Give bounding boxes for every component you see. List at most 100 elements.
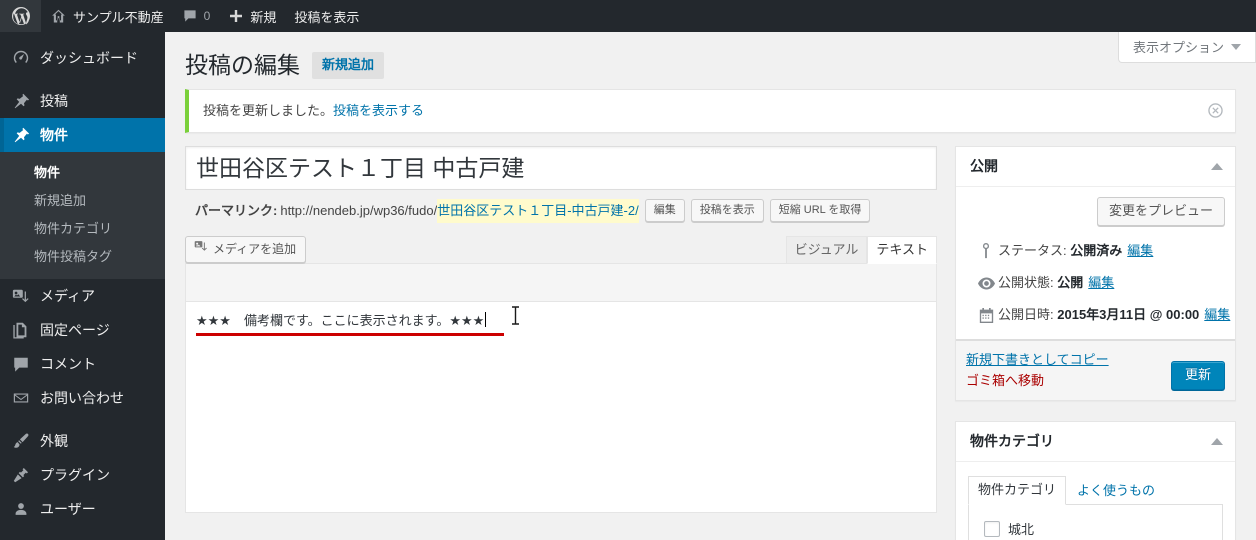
edit-status-link[interactable]: 編集 xyxy=(1127,242,1153,260)
status-row: ステータス: 公開済み 編集 xyxy=(966,236,1225,268)
media-icon xyxy=(11,286,31,306)
pages-icon xyxy=(11,320,31,340)
tab-visual-editor[interactable]: ビジュアル xyxy=(785,235,868,264)
sidebar-item-plugins[interactable]: プラグイン xyxy=(0,458,165,492)
red-annotation-underline xyxy=(196,332,504,336)
chevron-up-icon[interactable] xyxy=(1211,437,1223,445)
comment-bubble-icon xyxy=(11,354,31,374)
category-checkbox[interactable] xyxy=(984,520,1000,537)
sidebar-item-label: 外観 xyxy=(40,433,68,449)
appearance-brush-icon xyxy=(11,431,31,451)
home-icon xyxy=(50,7,67,24)
sidebar-item-label: ユーザー xyxy=(40,501,96,517)
copy-as-draft-link[interactable]: 新規下書きとしてコピー xyxy=(966,351,1109,369)
editor-container: ★★★ 備考欄です。ここに表示されます。★★★ xyxy=(185,262,937,513)
sidebar-item-pages[interactable]: 固定ページ xyxy=(0,313,165,347)
view-post-button[interactable]: 投稿を表示 xyxy=(690,199,764,222)
wordpress-logo-icon xyxy=(11,6,31,26)
permalink-row: パーマリンク: http://nendeb.jp/wp36/fudo/世田谷区テ… xyxy=(185,190,937,223)
menu-spacer-1 xyxy=(0,75,165,84)
publish-date-row: 公開日時: 2015年3月11日 @ 00:00 編集 xyxy=(966,300,1230,332)
view-post-button[interactable]: 投稿を表示 xyxy=(285,0,368,32)
visibility-row: 公開状態: 公開 編集 xyxy=(966,268,1225,300)
content-textarea[interactable]: ★★★ 備考欄です。ここに表示されます。★★★ xyxy=(186,301,936,512)
sidebar-item-label: 投稿 xyxy=(40,93,68,109)
category-list-item[interactable]: 城北 xyxy=(979,515,1212,540)
publish-left-links: 新規下書きとしてコピー ゴミ箱へ移動 xyxy=(966,351,1109,390)
status-value: 公開済み xyxy=(1070,243,1123,259)
submenu-item-category[interactable]: 物件カテゴリ xyxy=(0,215,165,243)
plugin-icon xyxy=(11,465,31,485)
category-box-title: 物件カテゴリ xyxy=(970,432,1054,449)
sidebar-item-label: 固定ページ xyxy=(40,322,110,338)
tab-all-categories[interactable]: 物件カテゴリ xyxy=(968,476,1067,506)
add-media-label: メディアを追加 xyxy=(213,241,297,256)
chevron-up-icon[interactable] xyxy=(1211,162,1223,170)
post-editor-column: パーマリンク: http://nendeb.jp/wp36/fudo/世田谷区テ… xyxy=(185,145,937,540)
edit-visibility-link[interactable]: 編集 xyxy=(1088,274,1114,292)
tab-most-used[interactable]: よく使うもの xyxy=(1066,478,1164,505)
view-post-link[interactable]: 投稿を表示する xyxy=(333,103,424,118)
text-ibeam-cursor xyxy=(511,305,520,325)
add-media-button[interactable]: メディアを追加 xyxy=(185,235,307,263)
sidebar-item-users[interactable]: ユーザー xyxy=(0,492,165,526)
main-content-area: 表示オプション 投稿の編集 新規追加 投稿を更新しました。投稿を表示する パーマ… xyxy=(165,32,1256,540)
editor-mode-tabs: ビジュアル テキスト xyxy=(785,235,937,264)
pin-icon xyxy=(11,125,31,145)
preview-changes-button[interactable]: 変更をプレビュー xyxy=(1096,197,1225,227)
category-tabs: 物件カテゴリ よく使うもの xyxy=(968,476,1223,506)
editor-content-text: ★★★ 備考欄です。ここに表示されます。★★★ xyxy=(196,312,485,328)
add-new-post-button[interactable]: 新規追加 xyxy=(312,52,385,79)
sidebar-item-contact[interactable]: お問い合わせ xyxy=(0,381,165,415)
category-box-header[interactable]: 物件カテゴリ xyxy=(956,422,1235,463)
sidebar-item-label: 物件 xyxy=(40,127,68,143)
move-to-trash-link[interactable]: ゴミ箱へ移動 xyxy=(966,372,1109,390)
page-wrap: 投稿の編集 新規追加 投稿を更新しました。投稿を表示する パーマリンク: htt… xyxy=(165,32,1256,540)
submenu-item-tag[interactable]: 物件投稿タグ xyxy=(0,243,165,271)
publish-box-header[interactable]: 公開 xyxy=(956,147,1235,188)
title-area xyxy=(185,145,937,190)
submenu-item-bukken-all[interactable]: 物件 xyxy=(0,159,165,187)
comments-count: 0 xyxy=(203,9,211,23)
site-name-label: サンプル不動産 xyxy=(73,9,164,25)
wordpress-logo-button[interactable] xyxy=(0,0,41,32)
screen-options-tab[interactable]: 表示オプション xyxy=(1117,32,1256,63)
edit-date-link[interactable]: 編集 xyxy=(1204,306,1230,324)
sidebar-item-bukken[interactable]: 物件 xyxy=(0,118,173,152)
sidebar-item-media[interactable]: メディア xyxy=(0,279,165,313)
new-content-button[interactable]: 新規 xyxy=(219,0,285,32)
sidebar-item-label: ダッシュボード xyxy=(40,50,138,66)
publish-box-inside: 変更をプレビュー ステータス: 公開済み 編集 公開状態: 公開 編集 公開日時… xyxy=(956,187,1235,400)
publish-box-title: 公開 xyxy=(970,157,998,174)
page-title: 投稿の編集 新規追加 xyxy=(185,42,1236,84)
publish-box: 公開 変更をプレビュー ステータス: 公開済み 編集 公開状態: 公開 編集 公… xyxy=(955,145,1236,401)
tab-text-editor[interactable]: テキスト xyxy=(867,235,937,264)
view-post-label: 投稿を表示 xyxy=(294,9,360,25)
dashboard-icon xyxy=(11,48,31,68)
new-content-label: 新規 xyxy=(250,9,277,25)
close-circle-icon[interactable] xyxy=(1205,101,1225,121)
submenu-item-add-new[interactable]: 新規追加 xyxy=(0,187,165,215)
category-box-inside: 物件カテゴリ よく使うもの 城北 xyxy=(956,462,1235,540)
eye-icon xyxy=(976,277,996,290)
post-title-input[interactable] xyxy=(185,145,937,190)
permalink-slug[interactable]: 世田谷区テスト１丁目-中古戸建-2/ xyxy=(437,198,639,223)
sidebar-item-appearance[interactable]: 外観 xyxy=(0,424,165,458)
major-publishing-actions: 新規下書きとしてコピー ゴミ箱へ移動 更新 xyxy=(956,339,1235,400)
editor-area: メディアを追加 ビジュアル テキスト ★★★ 備考欄です。ここに表示されます。★… xyxy=(185,234,937,513)
admin-sidebar-menu: ダッシュボード 投稿 物件 物件 新規追加 物件カテゴリ 物件投稿タグ メディア… xyxy=(0,32,173,540)
misc-publishing-actions: ステータス: 公開済み 編集 公開状態: 公開 編集 公開日時: 2015年3月… xyxy=(966,236,1230,339)
edit-slug-button[interactable]: 編集 xyxy=(644,199,685,222)
sidebar-item-posts[interactable]: 投稿 xyxy=(0,84,165,118)
notice-message: 投稿を更新しました。 xyxy=(203,103,334,118)
quicktags-toolbar[interactable] xyxy=(186,263,936,302)
sidebar-item-label: メディア xyxy=(40,288,96,304)
comments-button[interactable]: 0 xyxy=(173,0,220,32)
publish-date-value: 2015年3月11日 @ 00:00 xyxy=(1057,307,1200,323)
get-shortlink-button[interactable]: 短縮 URL を取得 xyxy=(769,199,871,222)
sidebar-item-dashboard[interactable]: ダッシュボード xyxy=(0,41,165,75)
site-name-button[interactable]: サンプル不動産 xyxy=(41,0,173,32)
page-title-text: 投稿の編集 xyxy=(185,52,300,78)
update-post-button[interactable]: 更新 xyxy=(1170,360,1225,390)
sidebar-item-comments[interactable]: コメント xyxy=(0,347,165,381)
